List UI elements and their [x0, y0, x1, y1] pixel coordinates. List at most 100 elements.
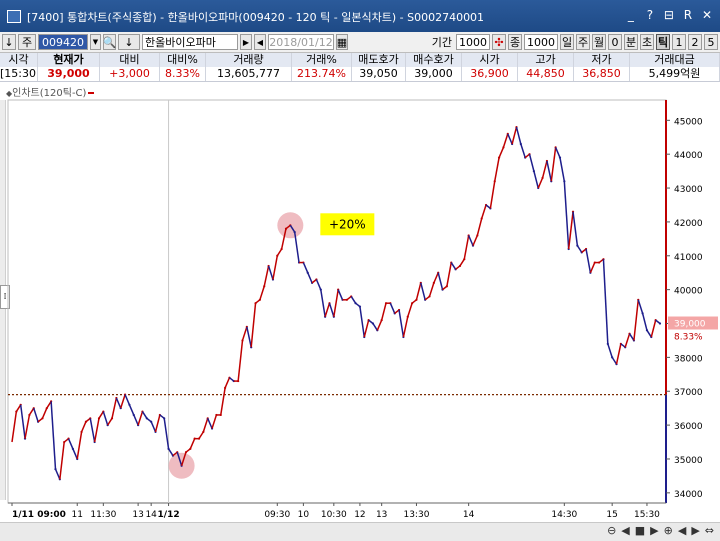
- price-segment: [376, 319, 383, 331]
- play-forward-icon[interactable]: ▶: [240, 34, 252, 50]
- price-segment: [102, 411, 109, 426]
- price-segment: [472, 235, 479, 246]
- price-segment: [98, 411, 104, 419]
- quote-header-9: 고가: [518, 53, 574, 67]
- price-point: [63, 440, 66, 444]
- date-input[interactable]: 2018/01/12: [268, 34, 334, 50]
- quote-header-0: 시각: [0, 53, 38, 67]
- price-point: [419, 281, 422, 284]
- scroll-right-icon[interactable]: ▶: [691, 524, 699, 537]
- stop-icon[interactable]: ■: [635, 524, 645, 537]
- zoom-in-icon[interactable]: ⊕: [664, 524, 673, 537]
- search-icon[interactable]: 🔍: [103, 34, 116, 50]
- price-segment: [41, 407, 48, 419]
- price-segment: [355, 302, 361, 308]
- price-point: [180, 464, 183, 467]
- price-point: [602, 258, 605, 261]
- period-button-6[interactable]: 틱: [656, 34, 670, 50]
- price-point: [437, 271, 440, 274]
- step-back-icon[interactable]: ◀: [621, 524, 629, 537]
- plot-frame: [7, 99, 667, 504]
- price-point: [41, 417, 44, 420]
- period-button-8[interactable]: 2: [688, 34, 702, 50]
- price-segment: [146, 417, 152, 423]
- restore-button[interactable]: ⊟: [664, 8, 674, 22]
- quote-header-7: 매수호가: [406, 53, 462, 67]
- price-segment: [59, 441, 65, 480]
- chart-series-label: ◆인차트(120틱-C): [6, 84, 95, 99]
- price-point: [354, 302, 357, 305]
- period-button-9[interactable]: 5: [704, 34, 718, 50]
- period-input[interactable]: 1000: [456, 34, 490, 50]
- price-point: [310, 281, 314, 284]
- quote-header-row: 시각 현재가 대비 대비% 거래량 거래% 매도호가 매수호가 시가 고가 저가 거래대금: [0, 53, 720, 68]
- price-point: [319, 288, 322, 291]
- price-segment: [485, 204, 491, 209]
- price-segment: [442, 285, 448, 291]
- period-button-0[interactable]: 일: [560, 34, 574, 50]
- stock-name-field[interactable]: 한올바이오파마: [142, 34, 238, 50]
- price-segment: [315, 279, 322, 290]
- price-segment: [50, 401, 57, 470]
- chart-scrollbar[interactable]: ⊖ ◀ ■ ▶ ⊕ ◀ ▶ ⇔: [0, 522, 720, 541]
- price-point: [202, 430, 205, 433]
- minimize-button[interactable]: _: [626, 8, 636, 22]
- price-point: [554, 146, 557, 149]
- price-segment: [641, 313, 648, 331]
- y-tick-label: 37000: [674, 388, 703, 398]
- price-segment: [394, 309, 400, 314]
- zoom-out-icon[interactable]: ⊖: [607, 524, 616, 537]
- chevron-down-icon[interactable]: ▼: [90, 34, 101, 50]
- stock-code-input[interactable]: 009420: [38, 34, 88, 50]
- price-segment: [415, 282, 422, 300]
- period-button-2[interactable]: 월: [592, 34, 606, 50]
- price-point: [158, 413, 161, 417]
- price-point: [467, 234, 470, 237]
- price-segment: [607, 343, 613, 358]
- price-segment: [368, 319, 374, 325]
- price-segment: [398, 309, 405, 338]
- period-button-4[interactable]: 분: [624, 34, 638, 50]
- price-segment: [598, 258, 604, 264]
- price-segment: [494, 157, 500, 182]
- price-segment: [72, 448, 78, 460]
- price-point: [367, 319, 370, 322]
- help-button[interactable]: ?: [645, 8, 655, 22]
- price-segment: [646, 329, 652, 338]
- price-point: [193, 437, 196, 440]
- period-button-5[interactable]: 초: [640, 34, 654, 50]
- price-point: [450, 261, 453, 264]
- y-tick-label: 36000: [674, 422, 703, 432]
- price-segment: [411, 299, 417, 304]
- price-point: [571, 210, 575, 213]
- x-tick-label: 14: [145, 510, 157, 520]
- period-button-3[interactable]: 0: [608, 34, 622, 50]
- price-segment: [450, 262, 457, 270]
- period-button-7[interactable]: 1: [672, 34, 686, 50]
- sort-dropdown[interactable]: ↓: [118, 34, 140, 50]
- price-point: [224, 386, 227, 389]
- down-arrow-icon[interactable]: ↓: [2, 34, 16, 50]
- fit-icon[interactable]: ⇔: [705, 524, 714, 537]
- price-point: [654, 319, 657, 322]
- period-button-1[interactable]: 주: [576, 34, 590, 50]
- price-segment: [224, 377, 231, 389]
- title-bar[interactable]: [7400] 통합차트(주식종합) - 한올바이오파마(009420 - 120…: [0, 0, 720, 32]
- quote-value-8: 36,900: [462, 67, 518, 81]
- close-button[interactable]: ✕: [702, 8, 712, 22]
- count-input[interactable]: 1000: [524, 34, 558, 50]
- market-tab-button[interactable]: 주: [18, 34, 36, 50]
- play-back-icon[interactable]: ◀: [254, 34, 266, 50]
- price-point: [50, 400, 53, 403]
- scroll-left-icon[interactable]: ◀: [678, 524, 686, 537]
- step-forward-icon[interactable]: ▶: [650, 524, 658, 537]
- panel-toggle-button[interactable]: ⁞: [0, 285, 10, 309]
- price-point: [58, 478, 61, 481]
- price-point: [384, 302, 388, 305]
- price-segment: [285, 224, 291, 230]
- calendar-icon[interactable]: ▦: [336, 34, 348, 50]
- price-segment: [320, 289, 326, 317]
- reset-button[interactable]: R: [683, 8, 693, 22]
- count-label: 종: [508, 34, 522, 50]
- settings-icon[interactable]: ✣: [492, 34, 506, 50]
